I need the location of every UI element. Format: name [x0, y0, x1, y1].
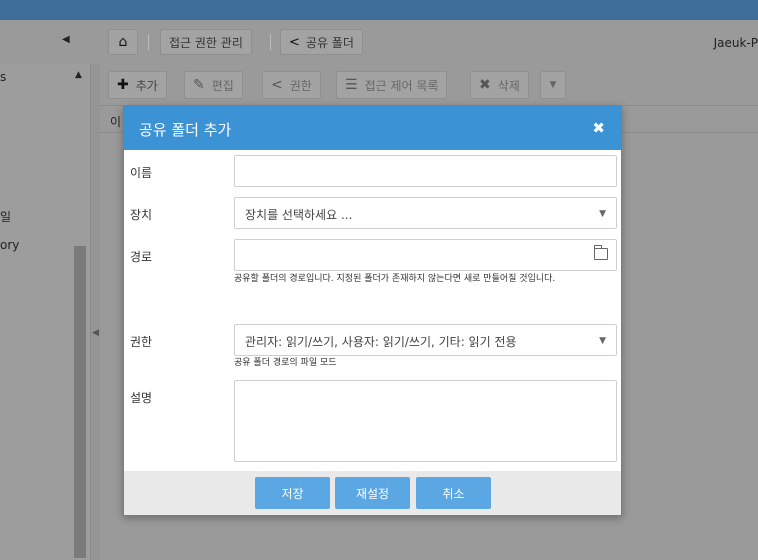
reset-button[interactable]: 재설정	[335, 477, 410, 509]
add-button[interactable]: ✚ 추가	[108, 71, 167, 99]
add-button-label: 추가	[135, 78, 158, 93]
device-select-placeholder: 장치를 선택하세요 ...	[245, 208, 353, 222]
close-icon: ✖	[479, 77, 491, 93]
dialog-title: 공유 폴더 추가	[139, 121, 232, 139]
list-icon: ☰	[345, 77, 358, 93]
breadcrumb-divider	[270, 34, 271, 50]
top-bar	[0, 0, 758, 20]
add-shared-folder-dialog: 공유 폴더 추가 ✖ 이름 장치 장치를 선택하세요 ... ▼ 경로 공유할 …	[123, 106, 622, 516]
home-icon: ⌂	[118, 34, 128, 50]
device-label: 장치	[130, 208, 153, 222]
device-select[interactable]: 장치를 선택하세요 ... ▼	[234, 197, 617, 229]
left-panel-item[interactable]: 일	[0, 208, 11, 225]
toolbar: ✚ 추가 ✎ 편집 < 권한 ☰ 접근 제어 목록 ✖ 삭제 ▼	[100, 64, 758, 106]
breadcrumb-label: 공유 폴더	[305, 35, 354, 50]
close-icon[interactable]: ✖	[592, 119, 605, 137]
grid-column-header[interactable]: 이	[110, 113, 121, 130]
dialog-header: 공유 폴더 추가 ✖	[124, 107, 621, 150]
collapse-left-icon[interactable]: ◀	[62, 34, 70, 45]
share-icon: <	[271, 77, 283, 93]
breadcrumb-shared-folder[interactable]: < 공유 폴더	[280, 29, 363, 55]
pencil-icon: ✎	[193, 77, 205, 93]
left-pane-header: ◀	[0, 20, 100, 64]
left-panel-item[interactable]: s	[0, 70, 6, 84]
description-label: 설명	[130, 391, 153, 405]
permission-label: 권한	[130, 335, 153, 349]
permission-hint: 공유 폴더 경로의 파일 모드	[234, 358, 337, 368]
breadcrumb-access-management[interactable]: 접근 권한 관리	[160, 29, 252, 55]
plus-icon: ✚	[117, 77, 129, 93]
name-input[interactable]	[234, 155, 617, 187]
acl-button-label: 접근 제어 목록	[364, 78, 439, 93]
edit-button-label: 편집	[211, 78, 234, 93]
edit-button[interactable]: ✎ 편집	[184, 71, 243, 99]
left-panel: ▲ s 일 ory	[0, 64, 90, 560]
permission-select-value: 관리자: 읽기/쓰기, 사용자: 읽기/쓰기, 기타: 읽기 전용	[245, 335, 517, 349]
cancel-button[interactable]: 취소	[416, 477, 491, 509]
description-textarea[interactable]	[234, 380, 617, 462]
delete-button-label: 삭제	[497, 78, 520, 93]
folder-icon[interactable]	[594, 245, 608, 260]
splitter-collapse-icon[interactable]: ◀	[92, 328, 99, 338]
breadcrumb-divider	[148, 34, 149, 50]
more-dropdown-button[interactable]: ▼	[540, 71, 566, 99]
breadcrumb-label: 접근 권한 관리	[169, 35, 243, 50]
chevron-down-icon: ▼	[599, 336, 606, 346]
panel-splitter[interactable]	[90, 64, 100, 560]
scroll-up-icon[interactable]: ▲	[75, 70, 82, 80]
permission-button-label: 권한	[289, 78, 312, 93]
left-panel-item[interactable]: ory	[0, 238, 19, 252]
path-hint: 공유할 폴더의 경로입니다. 지정된 폴더가 존재하지 않는다면 새로 만들어질…	[234, 274, 556, 284]
permission-button[interactable]: < 권한	[262, 71, 321, 99]
delete-button[interactable]: ✖ 삭제	[470, 71, 529, 99]
left-panel-scrollbar[interactable]	[74, 246, 86, 558]
breadcrumb-row: ◀ ⌂ 접근 권한 관리 < 공유 폴더 Jaeuk-P	[0, 20, 758, 64]
acl-button[interactable]: ☰ 접근 제어 목록	[336, 71, 448, 99]
chevron-down-icon: ▼	[599, 209, 606, 219]
dialog-footer: 저장 재설정 취소	[124, 471, 621, 515]
path-input[interactable]	[234, 239, 617, 271]
name-label: 이름	[130, 166, 153, 180]
permission-select[interactable]: 관리자: 읽기/쓰기, 사용자: 읽기/쓰기, 기타: 읽기 전용 ▼	[234, 324, 617, 356]
path-label: 경로	[130, 250, 153, 264]
chevron-down-icon: ▼	[549, 80, 557, 90]
breadcrumb-home-button[interactable]: ⌂	[108, 29, 138, 55]
user-name[interactable]: Jaeuk-P	[714, 36, 758, 50]
save-button[interactable]: 저장	[255, 477, 330, 509]
share-icon: <	[289, 34, 300, 50]
